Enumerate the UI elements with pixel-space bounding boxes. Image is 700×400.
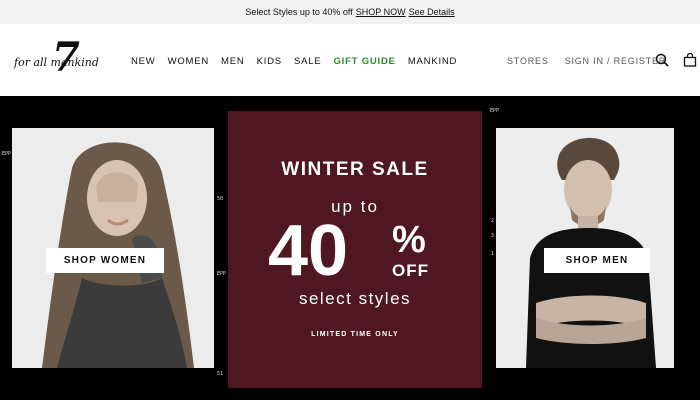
promo-text: Select Styles up to 40% off: [245, 7, 353, 17]
film-mark: 2: [491, 218, 495, 224]
shop-now-link[interactable]: SHOP NOW: [356, 7, 406, 17]
main-nav: NEW WOMEN MEN KIDS SALE GIFT GUIDE MANKI…: [131, 56, 457, 67]
sale-percent-sign: %: [392, 219, 426, 261]
nav-kids[interactable]: KIDS: [257, 56, 282, 67]
logo-script: for all mankind: [14, 56, 99, 69]
film-mark: 1: [491, 251, 495, 257]
site-header: 7 for all mankind NEW WOMEN MEN KIDS SAL…: [0, 24, 700, 96]
sale-title: WINTER SALE: [281, 159, 429, 180]
nav-mankind[interactable]: MANKIND: [408, 56, 457, 67]
see-details-link[interactable]: See Details: [409, 7, 455, 17]
sale-panel[interactable]: WINTER SALE up to 40 % OFF select styles…: [228, 111, 482, 388]
film-mark: 3: [491, 233, 495, 239]
shop-men-button[interactable]: SHOP MEN: [544, 248, 650, 273]
stores-link[interactable]: STORES: [507, 56, 549, 66]
sale-select-styles: select styles: [298, 289, 412, 308]
film-mark: 51: [217, 371, 224, 377]
nav-gift-guide[interactable]: GIFT GUIDE: [333, 56, 395, 67]
film-mark: EPP: [2, 151, 12, 157]
film-mark: EPP: [490, 108, 500, 114]
signin-register-link[interactable]: SIGN IN / REGISTER: [565, 56, 666, 66]
sale-off: OFF: [392, 261, 429, 280]
nav-women[interactable]: WOMEN: [168, 56, 209, 67]
promo-bar: Select Styles up to 40% off SHOP NOW See…: [0, 0, 700, 24]
nav-men[interactable]: MEN: [221, 56, 245, 67]
brand-logo[interactable]: 7 for all mankind: [14, 38, 110, 80]
shopping-bag-icon[interactable]: [683, 53, 697, 67]
nav-new[interactable]: NEW: [131, 56, 156, 67]
account-nav: STORES SIGN IN / REGISTER: [507, 56, 666, 66]
hero-banner: EPP 50 EPP 6G5 51 EPP 2 3 1 SHOP WOMEN W…: [0, 96, 700, 400]
search-icon[interactable]: [655, 53, 669, 67]
film-mark: 50: [217, 196, 224, 202]
nav-sale[interactable]: SALE: [294, 56, 322, 67]
shop-women-button[interactable]: SHOP WOMEN: [46, 248, 164, 273]
sale-percent: 40: [268, 211, 349, 291]
sale-upto: up to: [331, 197, 379, 216]
sale-limited: LIMITED TIME ONLY: [311, 331, 399, 338]
